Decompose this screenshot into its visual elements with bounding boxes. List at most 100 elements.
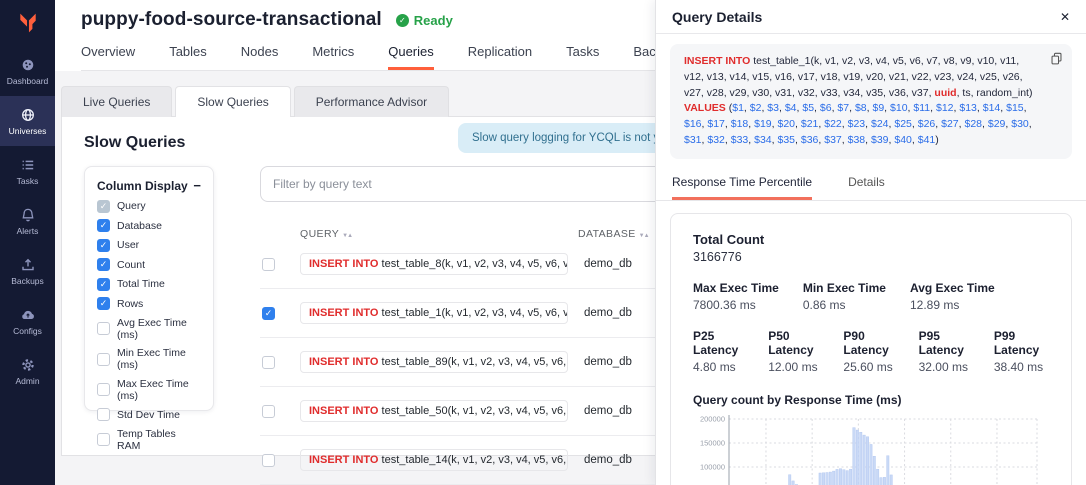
row-checkbox[interactable] [262, 258, 275, 271]
checkbox-temp-tables[interactable] [97, 433, 110, 446]
checkbox-min-exec[interactable] [97, 353, 110, 366]
exec-time-stats: Max Exec Time7800.36 ms Min Exec Time0.8… [693, 281, 1049, 312]
column-option-std-dev[interactable]: Std Dev Time [97, 408, 201, 421]
tab-queries[interactable]: Queries [388, 44, 434, 70]
column-header-query[interactable]: QUERY▼▲ [300, 228, 578, 240]
row-checkbox[interactable] [262, 454, 275, 467]
row-checkbox[interactable] [262, 307, 275, 320]
checkbox-query[interactable] [97, 200, 110, 213]
column-option-avg-exec[interactable]: Avg Exec Time (ms) [97, 317, 201, 341]
sidebar-item-label: Tasks [17, 176, 39, 186]
query-text-pill[interactable]: INSERT INTO test_table_89(k, v1, v2, v3,… [300, 351, 568, 373]
sidebar-item-backups[interactable]: Backups [0, 246, 55, 296]
svg-text:100000: 100000 [700, 462, 725, 471]
column-header-database[interactable]: DATABASE▼▲ [578, 228, 664, 240]
tab-tasks[interactable]: Tasks [566, 44, 599, 70]
database-cell: demo_db [584, 405, 664, 417]
row-checkbox[interactable] [262, 405, 275, 418]
column-option-min-exec[interactable]: Min Exec Time (ms) [97, 347, 201, 371]
table-row[interactable]: INSERT INTO test_table_1(k, v1, v2, v3, … [260, 289, 664, 338]
column-option-temp-tables[interactable]: Temp Tables RAM [97, 428, 201, 452]
sql-text: INSERT INTO test_table_1(k, v1, v2, v3, … [684, 55, 1032, 146]
table-row[interactable]: INSERT INTO test_table_50(k, v1, v2, v3,… [260, 387, 664, 436]
tab-live-queries[interactable]: Live Queries [61, 86, 172, 117]
query-table-area: QUERY▼▲ DATABASE▼▲ INSERT INTO test_tabl… [260, 166, 664, 485]
query-details-title: Query Details [672, 9, 762, 25]
collapse-icon[interactable]: − [193, 178, 201, 193]
check-circle-icon: ✓ [396, 14, 409, 27]
column-display-title: Column Display [97, 179, 188, 193]
column-option-rows[interactable]: Rows [97, 297, 201, 310]
tab-response-time-percentile[interactable]: Response Time Percentile [672, 165, 812, 200]
sidebar-item-universes[interactable]: Universes [0, 96, 55, 146]
column-option-count[interactable]: Count [97, 258, 201, 271]
sql-statement-box: INSERT INTO test_table_1(k, v1, v2, v3, … [670, 44, 1072, 159]
tab-replication[interactable]: Replication [468, 44, 532, 70]
tab-slow-queries[interactable]: Slow Queries [175, 86, 290, 117]
checkbox-database[interactable] [97, 219, 110, 232]
checkbox-std-dev[interactable] [97, 408, 110, 421]
copy-icon[interactable] [1050, 52, 1063, 72]
upload-icon [20, 257, 36, 273]
checkbox-total-time[interactable] [97, 278, 110, 291]
response-time-chart: 050000100000150000200000(1.5,1.6](3.6,4.… [693, 411, 1049, 485]
svg-text:200000: 200000 [700, 414, 725, 423]
table-row[interactable]: INSERT INTO test_table_14(k, v1, v2, v3,… [260, 436, 664, 485]
sidebar-item-alerts[interactable]: Alerts [0, 196, 55, 246]
sidebar-item-dashboard[interactable]: Dashboard [0, 46, 55, 96]
checkbox-user[interactable] [97, 239, 110, 252]
gear-icon [20, 357, 36, 373]
database-cell: demo_db [584, 356, 664, 368]
database-cell: demo_db [584, 454, 664, 466]
query-text-pill[interactable]: INSERT INTO test_table_8(k, v1, v2, v3, … [300, 253, 568, 275]
checkbox-avg-exec[interactable] [97, 322, 110, 335]
globe-icon [20, 107, 36, 123]
sort-icon[interactable]: ▼▲ [639, 233, 649, 239]
query-text-pill[interactable]: INSERT INTO test_table_1(k, v1, v2, v3, … [300, 302, 568, 324]
tab-tables[interactable]: Tables [169, 44, 207, 70]
column-display-card: Column Display − Query Database User [84, 166, 214, 411]
yugabyte-logo[interactable] [0, 0, 55, 46]
column-option-database[interactable]: Database [97, 219, 201, 232]
percentile-stats-card: Total Count 3166776 Max Exec Time7800.36… [670, 213, 1072, 485]
status-label: Ready [414, 13, 453, 28]
svg-text:150000: 150000 [700, 438, 725, 447]
sidebar-item-label: Configs [13, 326, 42, 336]
tab-details[interactable]: Details [848, 165, 885, 200]
table-row[interactable]: INSERT INTO test_table_89(k, v1, v2, v3,… [260, 338, 664, 387]
query-details-tabs: Response Time Percentile Details [656, 165, 1086, 201]
table-header: QUERY▼▲ DATABASE▼▲ [260, 228, 664, 240]
sidebar-item-label: Admin [15, 376, 39, 386]
column-option-query[interactable]: Query [97, 200, 201, 213]
checkbox-max-exec[interactable] [97, 383, 110, 396]
checkbox-rows[interactable] [97, 297, 110, 310]
tab-overview[interactable]: Overview [81, 44, 135, 70]
sort-icon[interactable]: ▼▲ [342, 233, 352, 239]
column-option-total-time[interactable]: Total Time [97, 278, 201, 291]
tab-performance-advisor[interactable]: Performance Advisor [294, 86, 449, 117]
checkbox-count[interactable] [97, 258, 110, 271]
column-option-max-exec[interactable]: Max Exec Time (ms) [97, 378, 201, 402]
database-cell: demo_db [584, 258, 664, 270]
database-cell: demo_db [584, 307, 664, 319]
query-text-pill[interactable]: INSERT INTO test_table_14(k, v1, v2, v3,… [300, 449, 568, 471]
tab-metrics[interactable]: Metrics [312, 44, 354, 70]
sidebar-item-tasks[interactable]: Tasks [0, 146, 55, 196]
row-checkbox[interactable] [262, 356, 275, 369]
sidebar: Dashboard Universes Tasks Alerts Backups… [0, 0, 55, 485]
sidebar-item-label: Universes [9, 126, 47, 136]
sidebar-item-label: Alerts [17, 226, 39, 236]
query-filter-input[interactable] [260, 166, 664, 202]
sidebar-item-admin[interactable]: Admin [0, 346, 55, 396]
yugabyte-logo-icon [17, 12, 39, 34]
sidebar-item-label: Backups [11, 276, 44, 286]
column-option-user[interactable]: User [97, 239, 201, 252]
bell-icon [20, 207, 36, 223]
dashboard-icon [20, 57, 36, 73]
close-icon[interactable]: ✕ [1060, 10, 1070, 24]
tab-nodes[interactable]: Nodes [241, 44, 279, 70]
query-text-pill[interactable]: INSERT INTO test_table_50(k, v1, v2, v3,… [300, 400, 568, 422]
table-row[interactable]: INSERT INTO test_table_8(k, v1, v2, v3, … [260, 240, 664, 289]
cloud-icon [20, 307, 36, 323]
sidebar-item-configs[interactable]: Configs [0, 296, 55, 346]
